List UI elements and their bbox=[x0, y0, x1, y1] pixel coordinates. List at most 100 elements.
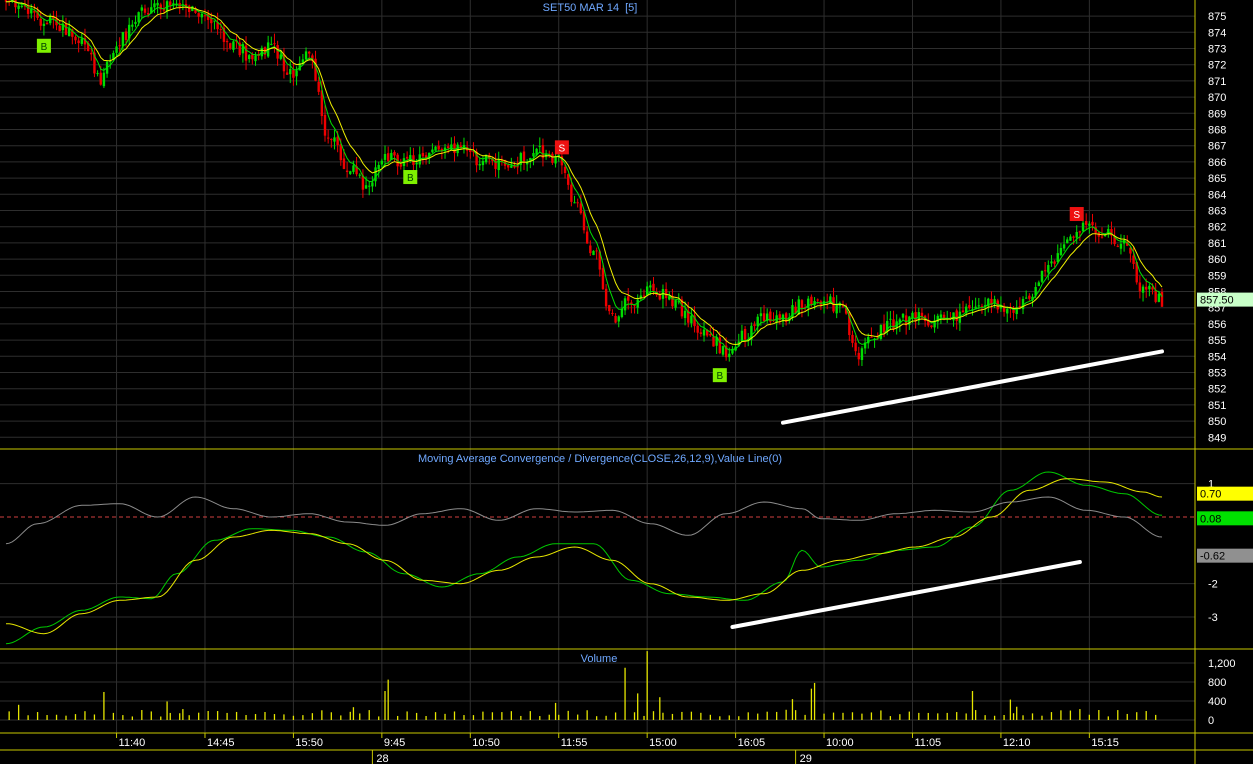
candle-body bbox=[664, 289, 668, 299]
candle-body bbox=[437, 145, 440, 150]
candle-body bbox=[1040, 270, 1044, 282]
time-tick-label: 12:10 bbox=[1003, 737, 1031, 749]
candle-body bbox=[134, 21, 137, 24]
time-tick-label: 15:15 bbox=[1091, 737, 1119, 749]
candle-body bbox=[1028, 295, 1031, 299]
price-tick-label: 849 bbox=[1208, 432, 1226, 444]
candle-body bbox=[1148, 285, 1151, 290]
candle-body bbox=[251, 54, 254, 60]
candle-body bbox=[45, 22, 49, 25]
candle-body bbox=[374, 167, 377, 182]
candles bbox=[4, 0, 1164, 366]
candle-body bbox=[1053, 261, 1056, 264]
price-tick-label: 868 bbox=[1208, 125, 1226, 137]
macd-tick-label: -2 bbox=[1208, 579, 1218, 591]
candle-body bbox=[1059, 248, 1063, 255]
candle-body bbox=[1078, 231, 1082, 233]
price-tick-label: 869 bbox=[1208, 108, 1226, 120]
candle-body bbox=[1047, 265, 1050, 273]
candle-body bbox=[58, 25, 61, 32]
price-tick-label: 864 bbox=[1208, 189, 1226, 201]
candle-body bbox=[109, 61, 112, 63]
candle-body bbox=[187, 5, 191, 12]
candle-body bbox=[456, 144, 459, 154]
candle-body bbox=[399, 164, 403, 167]
candle-body bbox=[614, 315, 617, 323]
time-tick-label: 16:05 bbox=[738, 737, 766, 749]
candle-body bbox=[623, 298, 627, 311]
candle-body bbox=[882, 324, 886, 333]
candle-body bbox=[380, 160, 384, 165]
candle-body bbox=[469, 150, 472, 152]
candle-body bbox=[1081, 222, 1085, 232]
time-tick-label: 14:45 bbox=[207, 737, 235, 749]
signal-label: B bbox=[407, 173, 414, 184]
signal-label: S bbox=[1073, 210, 1080, 221]
candle-body bbox=[1043, 270, 1047, 272]
candle-body bbox=[450, 144, 453, 150]
candle-body bbox=[563, 166, 567, 174]
candle-body bbox=[368, 185, 371, 187]
candle-body bbox=[197, 13, 200, 17]
candle-body bbox=[42, 23, 46, 26]
candle-body bbox=[434, 146, 437, 151]
candle-body bbox=[308, 51, 311, 54]
candle-body bbox=[336, 136, 339, 145]
candle-body bbox=[1088, 223, 1091, 226]
candle-body bbox=[20, 5, 23, 7]
candle-body bbox=[260, 47, 264, 57]
price-tick-label: 861 bbox=[1208, 238, 1226, 250]
candle-body bbox=[153, 3, 156, 8]
signal-label: B bbox=[716, 371, 723, 382]
trading-chart[interactable]: BBSBS84985085185285385485585685785885986… bbox=[0, 0, 1253, 764]
macd-series-macd bbox=[5, 471, 1163, 645]
candle-body bbox=[1138, 282, 1142, 292]
candle-body bbox=[743, 328, 747, 340]
volume-tick-label: 0 bbox=[1208, 715, 1214, 727]
candle-body bbox=[961, 310, 965, 313]
candle-body bbox=[506, 165, 510, 168]
candle-body bbox=[538, 146, 541, 148]
price-tick-label: 875 bbox=[1208, 11, 1226, 23]
candle-body bbox=[333, 137, 336, 142]
candle-body bbox=[889, 318, 892, 320]
candle-body bbox=[383, 153, 387, 160]
candle-body bbox=[797, 299, 800, 315]
candle-body bbox=[273, 43, 276, 45]
candle-body bbox=[756, 316, 759, 327]
candle-body bbox=[740, 330, 744, 342]
price-tick-label: 862 bbox=[1208, 222, 1226, 234]
candle-body bbox=[1050, 261, 1053, 264]
candle-body bbox=[1006, 309, 1009, 314]
candle-body bbox=[690, 315, 693, 324]
candle-body bbox=[532, 153, 535, 157]
candle-body bbox=[576, 202, 579, 204]
ema-fast-line bbox=[6, 0, 1163, 351]
candle-body bbox=[17, 5, 20, 9]
candle-body bbox=[386, 153, 390, 162]
candle-body bbox=[349, 171, 352, 174]
candle-body bbox=[295, 70, 298, 77]
candle-body bbox=[102, 72, 106, 87]
candle-body bbox=[696, 325, 699, 333]
candle-body bbox=[728, 353, 731, 358]
candle-body bbox=[276, 45, 279, 59]
price-tick-label: 870 bbox=[1208, 92, 1226, 104]
candle-body bbox=[1132, 255, 1135, 264]
price-tick-label: 850 bbox=[1208, 416, 1226, 428]
candle-body bbox=[292, 69, 295, 78]
candle-body bbox=[977, 305, 981, 307]
candle-body bbox=[1141, 286, 1145, 293]
price-tick-label: 871 bbox=[1208, 76, 1226, 88]
candle-body bbox=[229, 43, 232, 49]
time-tick-label: 15:00 bbox=[649, 737, 677, 749]
candle-body bbox=[914, 312, 917, 322]
candle-body bbox=[244, 45, 248, 61]
candle-body bbox=[156, 2, 159, 6]
time-tick-label: 11:40 bbox=[119, 737, 146, 749]
macd-last-value: -0.62 bbox=[1200, 551, 1225, 563]
price-period-text: [5] bbox=[625, 2, 637, 14]
price-tick-label: 860 bbox=[1208, 254, 1226, 266]
candle-body bbox=[551, 153, 554, 163]
candle-body bbox=[371, 182, 374, 187]
